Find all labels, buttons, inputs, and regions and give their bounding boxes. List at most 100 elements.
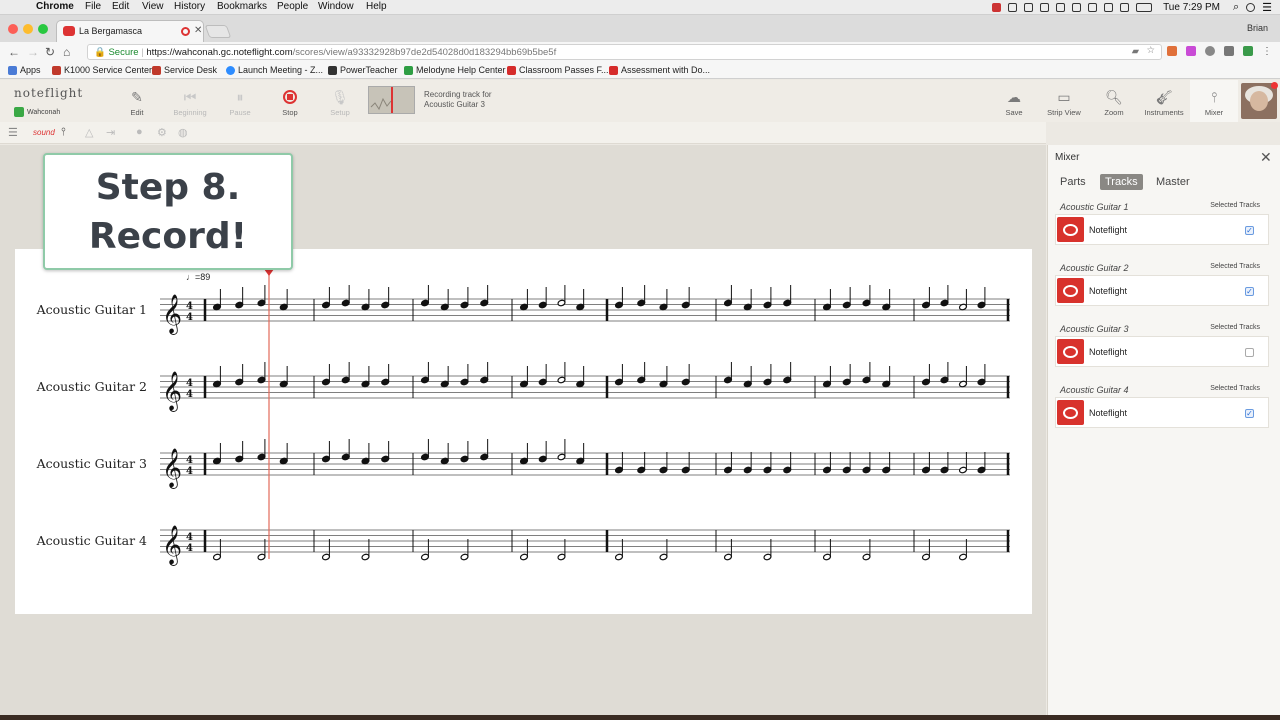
- noteflight-logo[interactable]: noteflight: [14, 86, 83, 100]
- volume-icon[interactable]: [1104, 3, 1114, 12]
- url-field[interactable]: 🔒 Secure | https://wahconah.gc.notefligh…: [87, 44, 1162, 60]
- time-signature-bottom: 4: [186, 312, 193, 323]
- time-signature-top: 4: [186, 301, 193, 312]
- bookmark-item[interactable]: K1000 Service Center: [52, 65, 152, 75]
- track-select-checkbox[interactable]: ✓: [1245, 226, 1254, 235]
- track-row[interactable]: Noteflight ✓: [1055, 275, 1269, 306]
- beginning-button[interactable]: ⏮ Beginning: [170, 86, 210, 118]
- tab-parts[interactable]: Parts: [1055, 174, 1091, 190]
- input-icon[interactable]: ◍: [178, 126, 188, 139]
- track-source: Noteflight: [1089, 286, 1128, 296]
- extension-icon[interactable]: [1224, 46, 1234, 56]
- close-icon[interactable]: ✕: [1260, 149, 1272, 166]
- track-row[interactable]: Noteflight ✓: [1055, 397, 1269, 428]
- extension-icon[interactable]: [1243, 46, 1253, 56]
- profile-name[interactable]: Brian: [1247, 23, 1268, 33]
- extension-icon[interactable]: [1167, 46, 1177, 56]
- bookmark-item[interactable]: Classroom Passes F...: [507, 65, 609, 75]
- track-source: Noteflight: [1089, 347, 1128, 357]
- menu-app[interactable]: Chrome: [36, 1, 74, 12]
- bookmark-item[interactable]: PowerTeacher: [328, 65, 398, 75]
- menu-bookmarks[interactable]: Bookmarks: [217, 1, 267, 12]
- menu-people[interactable]: People: [277, 1, 308, 12]
- dropbox-icon[interactable]: [1040, 3, 1050, 12]
- mixer-button-inner[interactable]: ⫯ Mixer: [1194, 86, 1234, 118]
- bookmark-item[interactable]: Assessment with Do...: [609, 65, 710, 75]
- menu-window[interactable]: Window: [318, 1, 354, 12]
- close-window-icon[interactable]: [8, 24, 18, 34]
- tray-icon[interactable]: [1024, 3, 1034, 12]
- recording-waveform: [368, 86, 415, 114]
- track-row[interactable]: Noteflight: [1055, 336, 1269, 367]
- clock[interactable]: Tue 7:29 PM: [1163, 2, 1220, 13]
- menu-view[interactable]: View: [142, 1, 164, 12]
- bookmark-item[interactable]: Launch Meeting - Z...: [226, 65, 323, 75]
- minimize-window-icon[interactable]: [23, 24, 33, 34]
- menu-file[interactable]: File: [85, 1, 101, 12]
- edit-button[interactable]: ✎ Edit: [117, 86, 157, 118]
- tab-master[interactable]: Master: [1151, 174, 1195, 190]
- mixer-button[interactable]: ⫯ Mixer: [1190, 80, 1238, 122]
- menu-help[interactable]: Help: [366, 1, 387, 12]
- notification-center-icon[interactable]: ☰: [1262, 1, 1272, 14]
- mixer-small-icon[interactable]: ⫯: [61, 126, 66, 139]
- extension-icon[interactable]: [1186, 46, 1196, 56]
- bookmark-star-icon[interactable]: ☆: [1146, 45, 1155, 56]
- tab-tracks[interactable]: Tracks: [1100, 174, 1143, 190]
- reload-icon[interactable]: ↻: [45, 45, 55, 59]
- staff-name: Acoustic Guitar 2: [36, 379, 147, 394]
- stop-button[interactable]: Stop: [270, 86, 310, 117]
- tray-icon[interactable]: [1056, 3, 1066, 12]
- recording-status-line2: Acoustic Guitar 3: [424, 100, 485, 109]
- strip-view-button[interactable]: ▭ Strip View: [1044, 86, 1084, 118]
- timemachine-icon[interactable]: [1088, 3, 1098, 12]
- spotlight-icon[interactable]: ⌕: [1233, 1, 1239, 14]
- bookmark-item[interactable]: Apps: [8, 65, 41, 75]
- sound-label[interactable]: sound: [33, 128, 55, 137]
- menu-edit[interactable]: Edit: [112, 1, 129, 12]
- bookmark-icon: [152, 65, 161, 75]
- mac-menu-bar: Chrome File Edit View History Bookmarks …: [0, 0, 1280, 15]
- wifi-icon[interactable]: [1120, 3, 1130, 12]
- tab-title: La Bergamasca: [79, 26, 143, 36]
- instruments-button[interactable]: 🎸︎ Instruments: [1144, 86, 1184, 118]
- zoom-icon: [226, 65, 235, 75]
- chrome-menu-icon[interactable]: ⋮: [1262, 46, 1272, 57]
- strip-view-icon: ▭: [1057, 88, 1071, 105]
- track-name: Acoustic Guitar 2: [1060, 263, 1129, 273]
- tray-icon[interactable]: [1008, 3, 1018, 12]
- settings-icon[interactable]: ⚙: [157, 126, 167, 139]
- staff-name: Acoustic Guitar 3: [36, 456, 147, 471]
- pause-button[interactable]: ⏸ Pause: [220, 86, 260, 118]
- camera-icon[interactable]: ▰: [1132, 46, 1139, 57]
- sub-toolbar: ☰ sound ⫯ △ ⇥ ● ⚙ ◍: [0, 122, 1046, 144]
- close-tab-icon[interactable]: ✕: [194, 25, 202, 36]
- siri-icon[interactable]: [1246, 3, 1256, 12]
- back-icon[interactable]: ←: [8, 45, 20, 59]
- track-select-checkbox[interactable]: ✓: [1245, 409, 1254, 418]
- notification-dot: [1271, 82, 1278, 89]
- new-tab-button[interactable]: [204, 25, 232, 38]
- tray-icon[interactable]: [992, 3, 1002, 12]
- extension-icon[interactable]: [1205, 46, 1215, 56]
- track-select-checkbox[interactable]: [1245, 348, 1254, 357]
- menu-history[interactable]: History: [174, 1, 205, 12]
- mic-small-icon[interactable]: ●: [136, 126, 143, 138]
- bookmark-item[interactable]: Melodyne Help Center: [404, 65, 506, 75]
- metronome-icon[interactable]: △: [85, 126, 93, 139]
- track-row[interactable]: Noteflight ✓: [1055, 214, 1269, 245]
- bookmark-item[interactable]: Service Desk: [152, 65, 217, 75]
- track-select-checkbox[interactable]: ✓: [1245, 287, 1254, 296]
- tray-icon[interactable]: [1072, 3, 1082, 12]
- zoom-window-icon[interactable]: [38, 24, 48, 34]
- setup-button[interactable]: 🎙 Setup: [320, 86, 360, 118]
- save-button[interactable]: ☁ Save: [994, 86, 1034, 118]
- zoom-button[interactable]: 🔍︎ Zoom: [1094, 86, 1134, 118]
- browser-tab[interactable]: La Bergamasca ✕: [56, 20, 204, 42]
- callout-line1: Step 8.: [95, 166, 241, 208]
- menu-icon[interactable]: ☰: [8, 126, 18, 139]
- forward-icon[interactable]: →: [27, 45, 39, 59]
- loop-icon[interactable]: ⇥: [106, 126, 115, 139]
- battery-icon[interactable]: [1136, 3, 1153, 12]
- home-icon[interactable]: ⌂: [63, 45, 70, 59]
